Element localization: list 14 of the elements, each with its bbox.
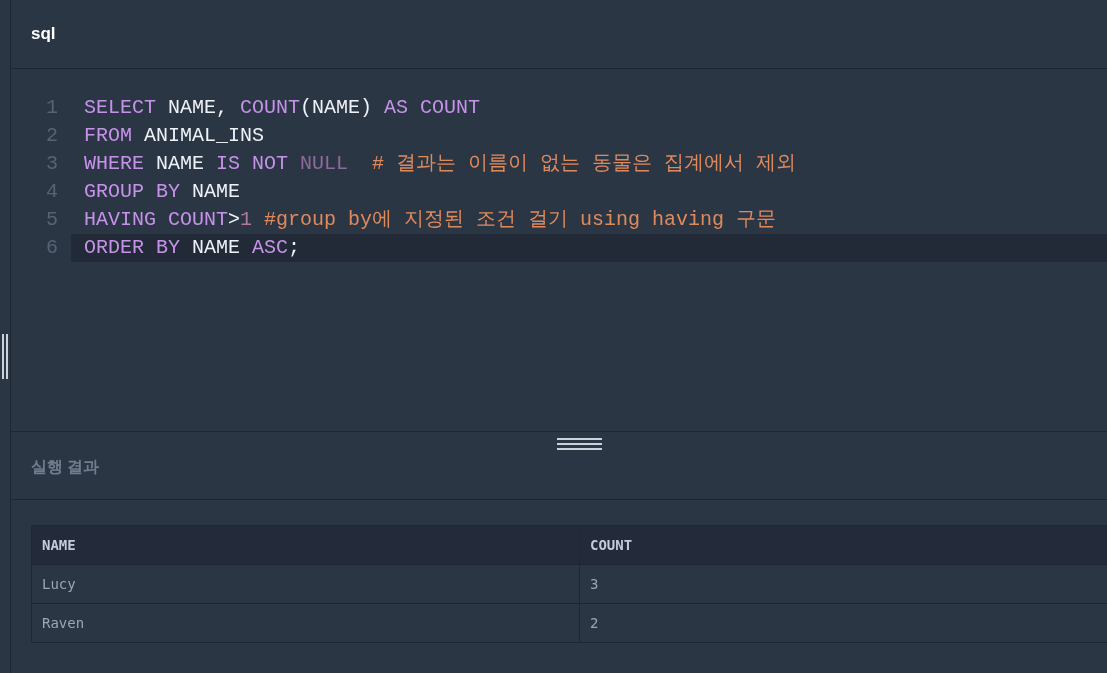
code-line: FROM ANIMAL_INS (83, 123, 265, 149)
column-header: COUNT (579, 525, 1107, 565)
code-line: WHERE NAME IS NOT NULL # 결과는 이름이 없는 동물은 집계에서 제외 (83, 151, 797, 177)
results-title: 실행 결과 (31, 456, 100, 477)
code-line: HAVING COUNT>1 #group by에 지정된 조건 걸기 using having 구문 (83, 207, 777, 233)
resize-handle[interactable] (2, 334, 8, 379)
table-cell: Lucy (31, 564, 580, 604)
resize-handle[interactable] (557, 438, 602, 450)
code-line: GROUP BY NAME (83, 179, 241, 205)
table-cell: Raven (31, 603, 580, 643)
code-line: SELECT NAME, COUNT(NAME) AS COUNT (83, 95, 481, 121)
code-line: ORDER BY NAME ASC; (83, 235, 301, 261)
column-header: NAME (31, 525, 580, 565)
editor-title: sql (31, 23, 56, 46)
